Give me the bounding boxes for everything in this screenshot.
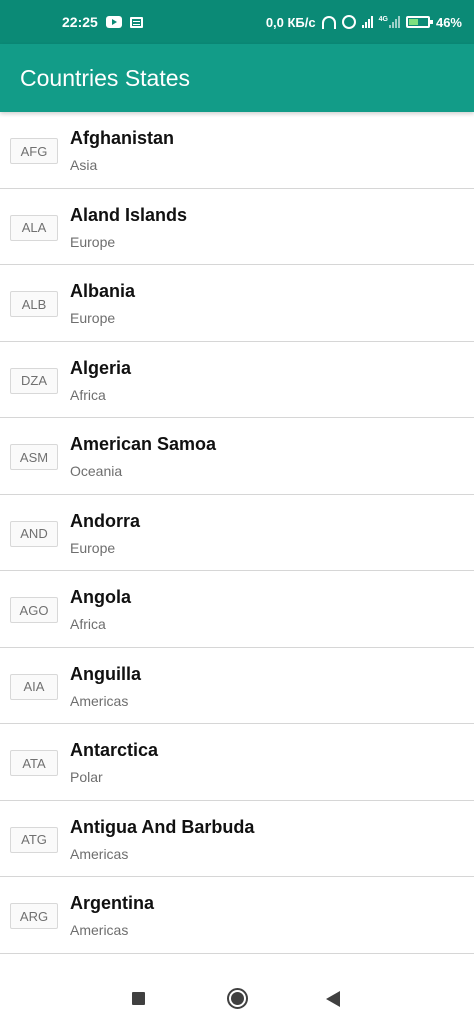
country-name: Afghanistan [70, 128, 175, 148]
headset-icon [321, 15, 336, 29]
country-code-badge: DZA [10, 367, 58, 394]
country-region: Europe [70, 233, 116, 250]
country-code-badge: AIA [10, 673, 58, 700]
country-region: Europe [70, 310, 116, 326]
country-name: Antarctica [70, 740, 159, 760]
country-code-badge: ASM [10, 444, 58, 470]
country-text: Antarctica Polar [70, 740, 158, 785]
list-item[interactable]: AND Andorra Europe [0, 495, 474, 571]
country-name: Aland Islands [70, 204, 188, 225]
country-text: Argentina Americas [70, 893, 154, 938]
country-code-badge: AGO [10, 597, 58, 623]
country-region: Polar [70, 769, 103, 785]
country-text: Algeria Africa [70, 358, 131, 403]
country-text: Afghanistan Asia [70, 128, 174, 173]
list-item[interactable]: ALB Albania Europe [0, 265, 474, 342]
signal-icon [361, 16, 373, 28]
network-type: 4G [378, 16, 388, 23]
list-item[interactable]: ATG Antigua And Barbuda Americas [0, 801, 474, 877]
country-text: Anguilla Americas [70, 664, 141, 709]
app-bar: Countries States [0, 44, 474, 112]
country-name: Angola [70, 587, 131, 607]
list-item[interactable]: ATA Antarctica Polar [0, 724, 474, 801]
list-item[interactable]: DZA Algeria Africa [0, 342, 474, 418]
country-region: Oceania [70, 463, 123, 479]
battery-level: 46% [435, 14, 462, 30]
country-name: Anguilla [70, 663, 141, 684]
status-left: 22:25 [62, 0, 143, 44]
back-button[interactable] [326, 991, 340, 1007]
page-title: Countries States [20, 64, 191, 91]
system-nav-bar [0, 975, 474, 1027]
country-text: Angola Africa [70, 587, 131, 632]
country-name: American Samoa [70, 434, 217, 454]
status-right: 0,0 КБ/с 4G 46% [266, 0, 462, 44]
list-item[interactable]: AIA Anguilla Americas [0, 648, 474, 724]
country-text: Albania Europe [70, 281, 135, 326]
country-name: Argentina [70, 893, 155, 913]
country-code-badge: ATA [10, 750, 58, 776]
home-button[interactable] [227, 988, 248, 1009]
country-name: Andorra [70, 510, 141, 531]
message-icon [129, 16, 143, 28]
list-item[interactable]: ASM American Samoa Oceania [0, 418, 474, 495]
country-text: Antigua And Barbuda Americas [70, 817, 254, 862]
country-text: American Samoa Oceania [70, 434, 216, 479]
status-time: 22:25 [62, 14, 98, 30]
list-item[interactable]: AFG Afghanistan Asia [0, 112, 474, 189]
youtube-icon [105, 16, 122, 28]
country-text: Aland Islands Europe [70, 205, 187, 250]
signal-4g-icon: 4G [379, 16, 400, 28]
country-list[interactable]: AFG Afghanistan Asia ALA Aland Islands E… [0, 112, 474, 954]
country-code-badge: ALA [10, 214, 58, 241]
country-code-badge: AND [10, 520, 58, 547]
status-bar: 22:25 0,0 КБ/с 4G 46% [0, 0, 474, 44]
country-code-badge: ARG [10, 903, 58, 929]
battery-icon [405, 16, 433, 28]
list-item[interactable]: AGO Angola Africa [0, 571, 474, 648]
country-region: Europe [70, 539, 116, 556]
country-code-badge: ALB [10, 291, 58, 317]
country-code-badge: AFG [10, 138, 58, 164]
country-name: Albania [70, 281, 136, 301]
country-region: Africa [70, 386, 106, 403]
country-name: Antigua And Barbuda [70, 816, 255, 837]
country-region: Asia [70, 157, 98, 173]
country-name: Algeria [70, 357, 132, 378]
country-region: Americas [70, 692, 129, 709]
country-region: Americas [70, 845, 129, 862]
network-speed: 0,0 КБ/с [265, 14, 316, 30]
recents-button[interactable] [132, 992, 145, 1005]
alarm-icon [341, 15, 356, 29]
country-region: Africa [70, 616, 106, 632]
list-item[interactable]: ALA Aland Islands Europe [0, 189, 474, 265]
country-code-badge: ATG [10, 826, 58, 853]
country-text: Andorra Europe [70, 511, 140, 556]
list-item[interactable]: ARG Argentina Americas [0, 877, 474, 954]
country-region: Americas [70, 922, 129, 938]
